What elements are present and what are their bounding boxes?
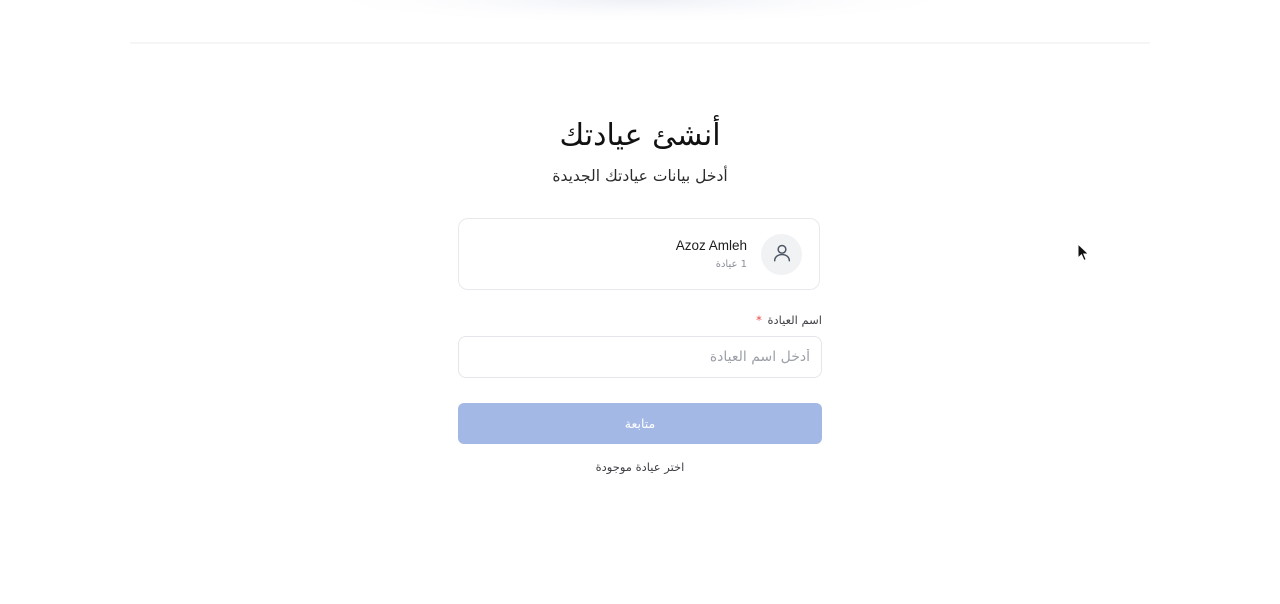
mouse-pointer-icon <box>1077 243 1090 262</box>
user-name: Azoz Amleh <box>675 238 747 253</box>
choose-existing-clinic-link[interactable]: اختر عيادة موجودة <box>540 457 740 477</box>
page-subtitle: أدخل بيانات عيادتك الجديدة <box>552 167 728 185</box>
create-clinic-page: أنشئ عيادتك أدخل بيانات عيادتك الجديدة A… <box>0 0 1280 604</box>
page-title: أنشئ عيادتك <box>559 118 721 153</box>
clinic-name-label-text: اسم العيادة <box>767 313 822 327</box>
continue-button[interactable]: متابعة <box>458 403 822 444</box>
user-icon <box>771 242 793 268</box>
clinic-count: 1 عيادة <box>715 259 747 270</box>
clinic-name-label: اسم العيادة * <box>458 311 822 329</box>
required-marker: * <box>756 313 762 327</box>
user-card: Azoz Amleh 1 عيادة <box>458 218 820 290</box>
avatar <box>761 234 802 275</box>
decorative-grid-background <box>130 0 1150 60</box>
clinic-name-input[interactable] <box>458 336 822 378</box>
